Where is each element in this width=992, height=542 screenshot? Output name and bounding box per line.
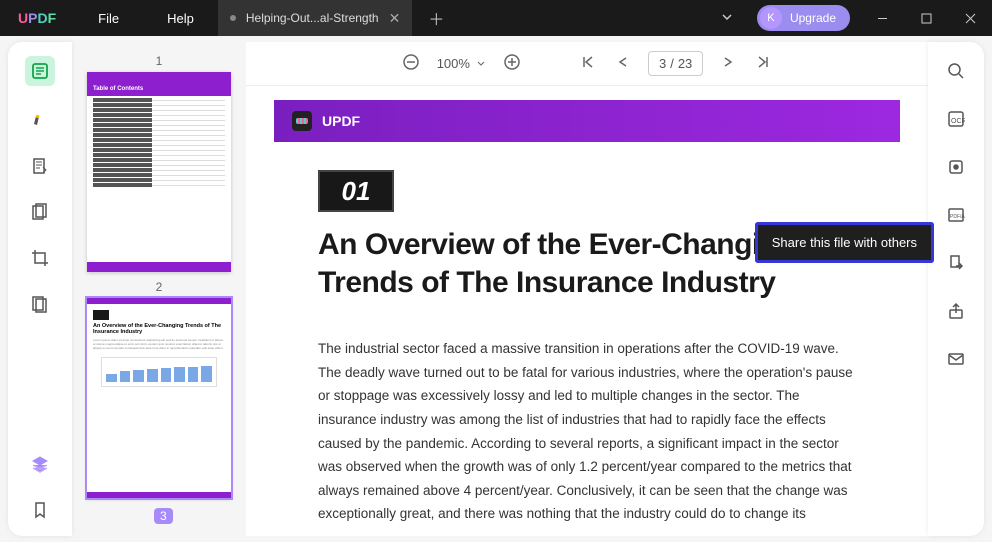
next-page-button[interactable] [721, 54, 737, 73]
upgrade-button[interactable]: K Upgrade [757, 5, 850, 31]
svg-text:PDF/A: PDF/A [950, 214, 965, 220]
organize-tool[interactable] [28, 200, 52, 224]
reader-tool[interactable] [25, 56, 55, 86]
pdfa-button[interactable]: PDF/A [945, 204, 967, 226]
tab-indicator-icon [230, 15, 236, 21]
mail-button[interactable] [945, 348, 967, 370]
thumb-number-1: 1 [76, 54, 242, 68]
thumbnail-1[interactable]: Table of Contents [87, 72, 231, 272]
bookmark-tool[interactable] [28, 498, 52, 522]
edit-tool[interactable] [28, 154, 52, 178]
tab-title: Helping-Out...al-Strength [246, 11, 379, 25]
page-indicator[interactable]: 3 / 23 [648, 51, 703, 76]
export-button[interactable] [945, 252, 967, 274]
flatten-button[interactable] [945, 156, 967, 178]
last-page-button[interactable] [755, 54, 771, 73]
thumb-number-2: 2 [76, 280, 242, 294]
maximize-button[interactable] [904, 0, 948, 36]
view-toolbar: 100% 3 / 23 [246, 42, 928, 86]
page-current: 3 [659, 56, 666, 71]
left-toolbar [8, 42, 72, 536]
page-total: 23 [678, 56, 692, 71]
title-bar: UPDF File Help Helping-Out...al-Strength… [0, 0, 992, 36]
share-button[interactable] [945, 300, 967, 322]
user-avatar: K [760, 7, 782, 29]
right-toolbar: OCR PDF/A [928, 42, 984, 536]
chapter-body: The industrial sector faced a massive tr… [318, 337, 856, 526]
svg-text:OCR: OCR [951, 118, 965, 125]
search-button[interactable] [945, 60, 967, 82]
brand-icon [292, 111, 312, 131]
tools-menu[interactable] [28, 292, 52, 316]
document-area: 100% 3 / 23 UPDF 01 An Overview of the E… [246, 42, 928, 536]
close-window-button[interactable] [948, 0, 992, 36]
menu-file[interactable]: File [74, 11, 143, 26]
menu-help[interactable]: Help [143, 11, 218, 26]
layers-tool[interactable] [28, 452, 52, 476]
main-area: 1 Table of Contents 2 An Overview of the… [0, 36, 992, 542]
zoom-in-button[interactable] [504, 54, 520, 73]
brand-name: UPDF [322, 113, 360, 129]
zoom-level[interactable]: 100% [437, 56, 486, 71]
thumbnails-panel[interactable]: 1 Table of Contents 2 An Overview of the… [72, 42, 246, 542]
chapter-number: 01 [318, 170, 394, 212]
app-logo: UPDF [0, 10, 74, 26]
page-viewport[interactable]: UPDF 01 An Overview of the Ever-Changing… [246, 86, 928, 536]
thumbnail-2[interactable]: An Overview of the Ever-Changing Trends … [87, 298, 231, 498]
comment-tool[interactable] [28, 108, 52, 132]
minimize-button[interactable] [860, 0, 904, 36]
close-tab-icon[interactable]: ✕ [389, 10, 401, 27]
add-tab-button[interactable]: ＋ [412, 6, 460, 30]
prev-page-button[interactable] [614, 54, 630, 73]
crop-tool[interactable] [28, 246, 52, 270]
first-page-button[interactable] [580, 54, 596, 73]
tooltip-text: Share this file with others [755, 222, 934, 263]
document-tab[interactable]: Helping-Out...al-Strength ✕ [218, 0, 412, 36]
share-tooltip-callout: Share this file with others [755, 222, 934, 263]
thumb-number-3: 3 [154, 508, 173, 524]
ocr-button[interactable]: OCR [945, 108, 967, 130]
doc-header: UPDF [274, 100, 900, 142]
zoom-out-button[interactable] [403, 54, 419, 73]
upgrade-label: Upgrade [790, 11, 836, 25]
tabs-dropdown-icon[interactable] [707, 11, 747, 26]
